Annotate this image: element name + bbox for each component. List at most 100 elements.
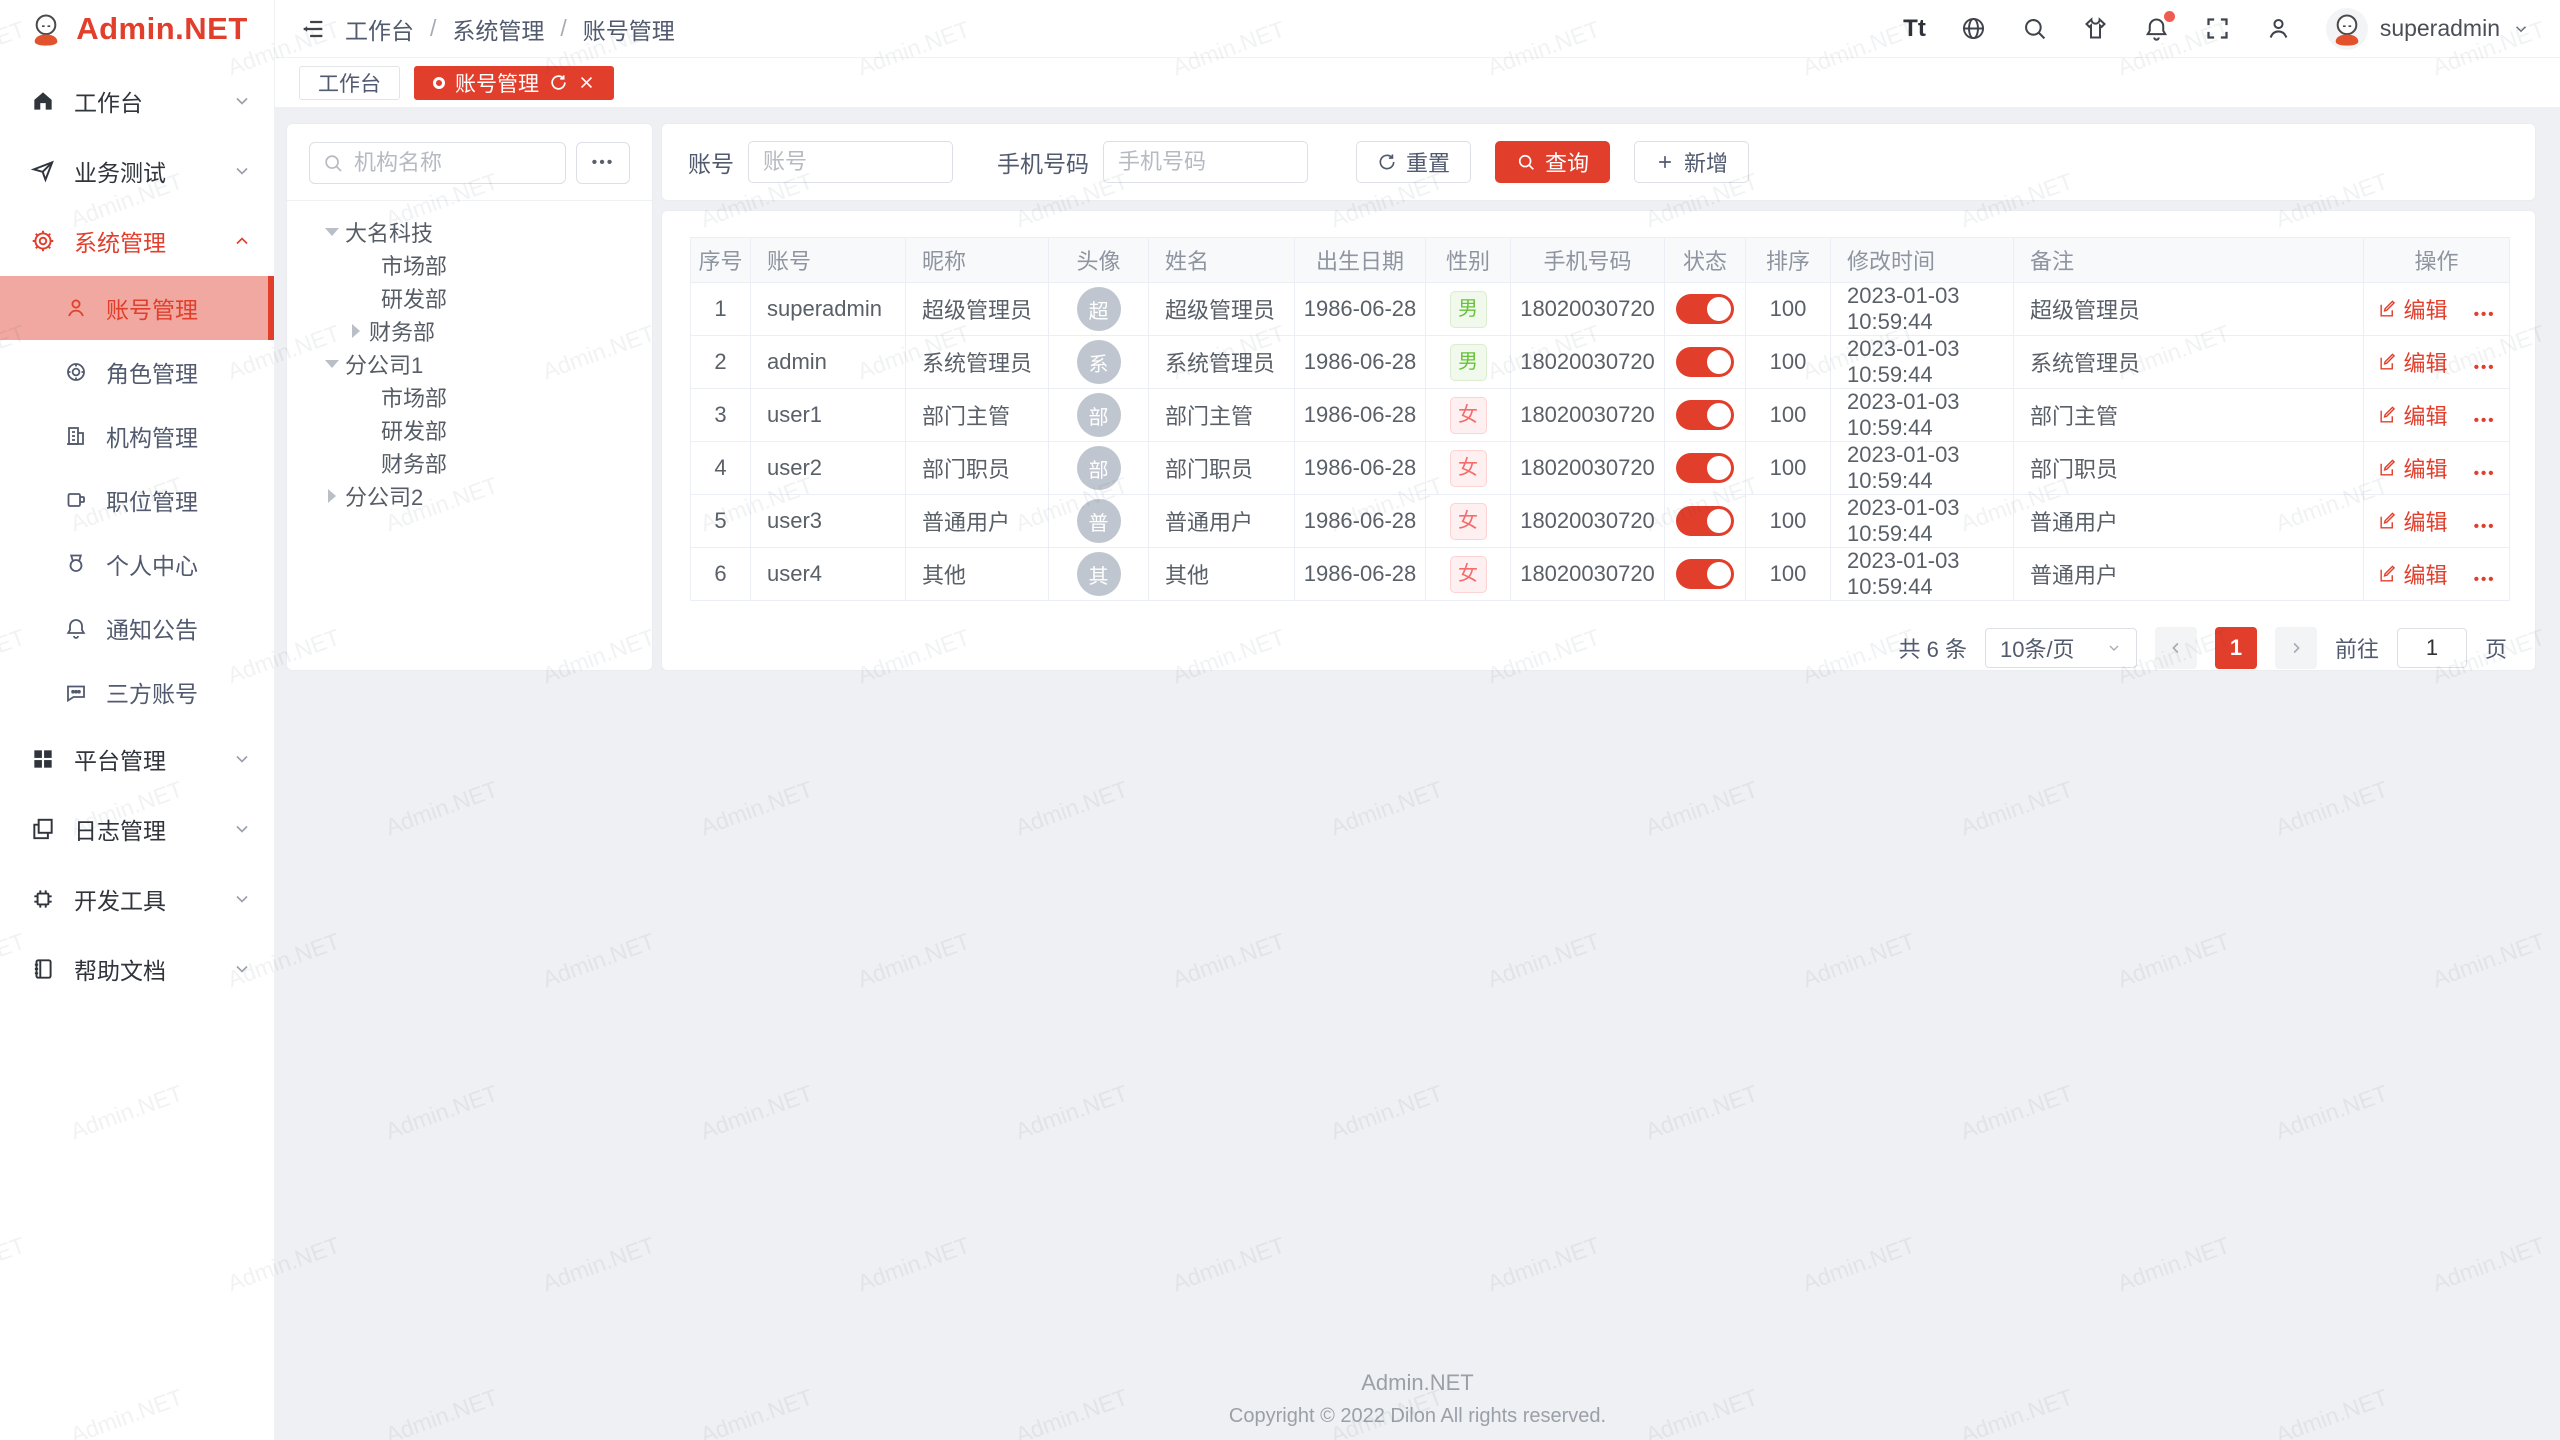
tab-close-icon[interactable] (578, 74, 595, 91)
tab-account-mgmt[interactable]: 账号管理 (414, 66, 614, 100)
breadcrumb-item-workbench[interactable]: 工作台 (345, 12, 414, 46)
sidebar-item-platform-mgmt[interactable]: 平台管理 (0, 724, 274, 794)
mascot-logo-icon (26, 9, 66, 49)
table-row: 5 user3 普通用户 普 普通用户 1986-06-28 女 1802003… (691, 495, 2510, 548)
sidebar-item-org-mgmt[interactable]: 机构管理 (0, 404, 274, 468)
tree-node[interactable]: 分公司1 (309, 347, 630, 380)
caret-right-icon[interactable] (343, 324, 369, 338)
status-toggle[interactable] (1676, 453, 1734, 483)
edit-button[interactable]: 编辑 (2378, 399, 2448, 431)
edit-button[interactable]: 编辑 (2378, 346, 2448, 378)
theme-shirt-icon[interactable] (2082, 15, 2109, 42)
status-toggle[interactable] (1676, 347, 1734, 377)
sidebar-item-help-docs[interactable]: 帮助文档 (0, 934, 274, 1004)
current-page[interactable]: 1 (2215, 627, 2257, 669)
paper-plane-icon (30, 158, 56, 184)
avatar: 普 (1077, 499, 1121, 543)
edit-button[interactable]: 编辑 (2378, 452, 2448, 484)
next-page-button[interactable] (2275, 627, 2317, 669)
status-toggle[interactable] (1676, 294, 1734, 324)
tree-node[interactable]: 财务部 (309, 314, 630, 347)
status-toggle[interactable] (1676, 559, 1734, 589)
tree-node[interactable]: 市场部 (309, 248, 630, 281)
breadcrumb-item-account[interactable]: 账号管理 (583, 12, 675, 46)
font-size-icon[interactable]: Tt (1903, 15, 1926, 43)
chevron-down-icon (2106, 640, 2122, 656)
notebook-icon (30, 956, 56, 982)
caret-right-icon[interactable] (319, 489, 345, 503)
row-more-button[interactable]: ••• (2474, 412, 2496, 429)
edit-button[interactable]: 编辑 (2378, 505, 2448, 537)
row-more-button[interactable]: ••• (2474, 359, 2496, 376)
chat-bubble-icon (64, 680, 88, 704)
edit-button[interactable]: 编辑 (2378, 558, 2448, 590)
divider (287, 200, 652, 201)
org-tree-panel: ••• 大名科技 市场部 研发部 财务部 (286, 123, 653, 671)
row-more-button[interactable]: ••• (2474, 306, 2496, 323)
user-menu[interactable]: superadmin (2326, 8, 2530, 50)
sidebar-item-business-test[interactable]: 业务测试 (0, 136, 274, 206)
sidebar-item-account-mgmt[interactable]: 账号管理 (0, 276, 274, 340)
building-icon (64, 424, 88, 448)
status-toggle[interactable] (1676, 400, 1734, 430)
row-more-button[interactable]: ••• (2474, 465, 2496, 482)
logo[interactable]: Admin.NET (0, 0, 274, 58)
tree-node[interactable]: 分公司2 (309, 479, 630, 512)
caret-down-icon[interactable] (319, 228, 345, 236)
main-area: 工作台 / 系统管理 / 账号管理 Tt superadmin (275, 0, 2560, 1440)
sidebar-item-position-mgmt[interactable]: 职位管理 (0, 468, 274, 532)
page-size-select[interactable]: 10条/页 (1985, 628, 2137, 668)
sidebar-item-third-party-account[interactable]: 三方账号 (0, 660, 274, 724)
prev-page-button[interactable] (2155, 627, 2197, 669)
language-icon[interactable] (1960, 15, 1987, 42)
reset-button[interactable]: 重置 (1356, 141, 1471, 183)
sidebar-item-workbench[interactable]: 工作台 (0, 66, 274, 136)
goto-page-input[interactable] (2397, 628, 2467, 668)
sidebar-item-role-mgmt[interactable]: 角色管理 (0, 340, 274, 404)
documents-icon (30, 816, 56, 842)
gender-tag: 女 (1450, 450, 1487, 487)
account-input[interactable] (748, 141, 953, 183)
tab-workbench[interactable]: 工作台 (299, 66, 400, 100)
user-outline-icon[interactable] (2265, 15, 2292, 42)
caret-down-icon[interactable] (319, 360, 345, 368)
home-icon (30, 88, 56, 114)
edit-button[interactable]: 编辑 (2378, 293, 2448, 325)
footer-title: Admin.NET (275, 1370, 2560, 1396)
brand-title: Admin.NET (76, 11, 248, 47)
phone-input[interactable] (1103, 141, 1308, 183)
tree-node[interactable]: 财务部 (309, 446, 630, 479)
sidebar-item-system-mgmt[interactable]: 系统管理 (0, 206, 274, 276)
mug-icon (64, 488, 88, 512)
gender-tag: 男 (1450, 291, 1487, 328)
tree-node[interactable]: 研发部 (309, 281, 630, 314)
tree-more-button[interactable]: ••• (576, 142, 630, 184)
breadcrumb-item-system[interactable]: 系统管理 (452, 12, 544, 46)
sidebar-item-personal-center[interactable]: 个人中心 (0, 532, 274, 596)
search-icon[interactable] (2021, 15, 2048, 42)
collapse-menu-icon[interactable] (299, 15, 327, 43)
tab-refresh-icon[interactable] (549, 73, 568, 92)
status-toggle[interactable] (1676, 506, 1734, 536)
table-row: 6 user4 其他 其 其他 1986-06-28 女 18020030720… (691, 548, 2510, 601)
org-search-input[interactable] (309, 142, 566, 184)
notification-bell-icon[interactable] (2143, 15, 2170, 42)
table-header-row: 序号 账号 昵称 头像 姓名 出生日期 性别 手机号码 状态 排序 修改时间 (691, 238, 2510, 283)
gear-icon (30, 228, 56, 254)
sidebar-item-log-mgmt[interactable]: 日志管理 (0, 794, 274, 864)
page-unit-label: 页 (2485, 632, 2507, 664)
search-button[interactable]: 查询 (1495, 141, 1610, 183)
row-more-button[interactable]: ••• (2474, 571, 2496, 588)
fullscreen-icon[interactable] (2204, 15, 2231, 42)
row-more-button[interactable]: ••• (2474, 518, 2496, 535)
tree-node[interactable]: 大名科技 (309, 215, 630, 248)
sidebar-item-dev-tools[interactable]: 开发工具 (0, 864, 274, 934)
medal-icon (64, 552, 88, 576)
chevron-up-icon (232, 231, 252, 251)
username: superadmin (2380, 15, 2500, 42)
tree-node[interactable]: 研发部 (309, 413, 630, 446)
tree-node[interactable]: 市场部 (309, 380, 630, 413)
grid-icon (30, 746, 56, 772)
sidebar-item-notice[interactable]: 通知公告 (0, 596, 274, 660)
add-button[interactable]: 新增 (1634, 141, 1749, 183)
